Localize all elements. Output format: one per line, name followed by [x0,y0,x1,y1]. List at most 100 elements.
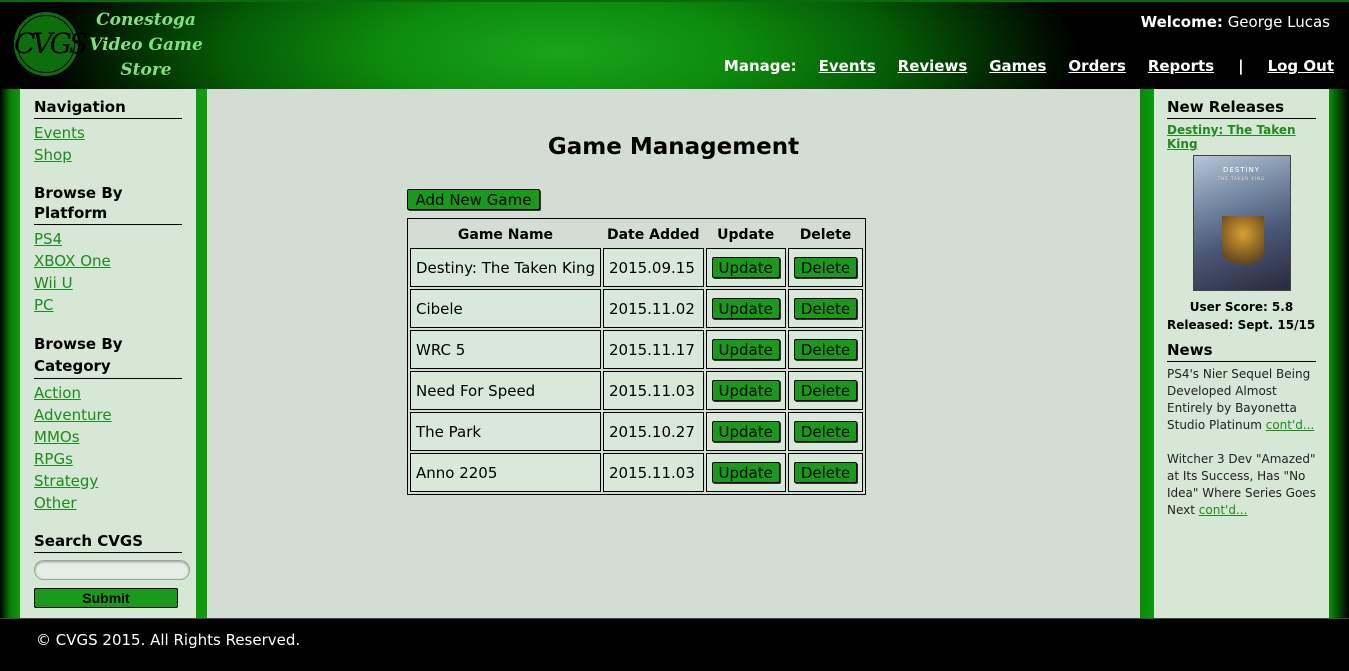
game-name-cell: Anno 2205 [410,453,601,492]
update-cell: Update [705,412,786,451]
column-header-update: Update [717,227,775,243]
news-heading: News [1167,340,1316,362]
nav-orders-link[interactable]: Orders [1068,57,1125,75]
featured-game-link[interactable]: Destiny: The Taken King [1167,123,1316,151]
news-contd-link[interactable]: cont'd... [1266,418,1315,432]
site-footer: © CVGS 2015. All Rights Reserved. [0,618,1349,671]
platform-section: Browse By Platform PS4 XBOX One Wii U PC [34,183,182,316]
date-added-cell: 2015.10.27 [602,412,704,451]
table-row: Need For Speed 2015.11.03 Update Delete [410,371,864,410]
logout-link[interactable]: Log Out [1268,57,1334,75]
game-name-cell: WRC 5 [410,330,601,369]
delete-cell: Delete [787,371,864,410]
update-cell: Update [705,371,786,410]
brand-line: Video Game [89,35,203,55]
news-item: Witcher 3 Dev "Amazed" at Its Success, H… [1167,451,1316,519]
left-sidebar: Navigation Events Shop Browse By Platfor… [20,89,196,618]
column-header-date-added: Date Added [606,227,700,243]
date-added-cell: 2015.11.03 [602,371,704,410]
nav-games-link[interactable]: Games [989,57,1046,75]
navigation-heading: Navigation [34,97,182,119]
games-table: Game Name Date Added Update Delete Desti… [407,218,867,495]
sidebar-link-other[interactable]: Other [34,492,182,514]
cvgs-logo[interactable]: CVGS [12,10,88,78]
sidebar-link-wii-u[interactable]: Wii U [34,272,182,294]
table-row: Destiny: The Taken King 2015.09.15 Updat… [410,248,864,287]
nav-reviews-link[interactable]: Reviews [898,57,968,75]
main-content: Game Management Add New Game Game Name D… [207,89,1140,618]
delete-cell: Delete [787,453,864,492]
table-row: The Park 2015.10.27 Update Delete [410,412,864,451]
delete-button[interactable]: Delete [793,339,858,360]
delete-button[interactable]: Delete [793,257,858,278]
manage-label: Manage: [723,57,797,75]
table-row: Cibele 2015.11.02 Update Delete [410,289,864,328]
sidebar-link-action[interactable]: Action [34,382,182,404]
search-input[interactable] [34,560,190,580]
sidebar-link-shop[interactable]: Shop [34,144,182,166]
top-navigation: Manage: Events Reviews Games Orders Repo… [724,57,1334,75]
category-heading: Browse By Category [34,333,182,379]
sidebar-link-events[interactable]: Events [34,122,182,144]
table-header-row: Game Name Date Added Update Delete [410,221,863,246]
update-cell: Update [705,453,786,492]
sidebar-link-mmos[interactable]: MMOs [34,426,182,448]
table-row: WRC 5 2015.11.17 Update Delete [410,330,864,369]
game-name-cell: Destiny: The Taken King [410,248,601,287]
delete-button[interactable]: Delete [793,380,858,401]
sidebar-link-xbox-one[interactable]: XBOX One [34,250,182,272]
welcome-user: George Lucas [1227,13,1330,31]
user-score: User Score: 5.8 [1189,300,1294,314]
update-button[interactable]: Update [711,257,780,278]
sidebar-link-strategy[interactable]: Strategy [34,470,182,492]
game-cover-image[interactable]: DESTINY THE TAKEN KING [1192,155,1291,291]
new-releases-heading: New Releases [1167,97,1316,119]
navigation-section: Navigation Events Shop [34,97,182,166]
copyright-text: © CVGS 2015. All Rights Reserved. [36,631,301,649]
nav-reports-link[interactable]: Reports [1148,57,1214,75]
brand-name: Conestoga Video Game Store [86,8,206,83]
delete-cell: Delete [787,289,864,328]
platform-heading: Browse By Platform [34,183,182,225]
delete-button[interactable]: Delete [793,298,858,319]
search-submit-button[interactable]: Submit [34,588,178,608]
right-sidebar: New Releases Destiny: The Taken King DES… [1154,89,1329,618]
game-name-cell: Cibele [410,289,601,328]
welcome-label: Welcome: [1140,13,1223,31]
news-contd-link[interactable]: cont'd... [1199,503,1248,517]
add-new-game-button[interactable]: Add New Game [407,189,540,210]
sidebar-link-adventure[interactable]: Adventure [34,404,182,426]
column-header-delete: Delete [799,227,852,243]
delete-cell: Delete [787,330,864,369]
column-header-game-name: Game Name [457,227,554,243]
cover-subtitle: THE TAKEN KING [1217,176,1266,181]
search-section: Search CVGS Submit [34,531,190,608]
update-cell: Update [705,248,786,287]
date-added-cell: 2015.09.15 [602,248,704,287]
update-button[interactable]: Update [711,298,780,319]
update-button[interactable]: Update [711,462,780,483]
nav-events-link[interactable]: Events [819,57,876,75]
release-date: Released: Sept. 15/15 [1167,318,1316,332]
update-button[interactable]: Update [711,339,780,360]
page-title: Game Management [547,134,800,160]
delete-button[interactable]: Delete [793,462,858,483]
news-item: PS4's Nier Sequel Being Developed Almost… [1167,366,1316,434]
table-row: Anno 2205 2015.11.03 Update Delete [410,453,864,492]
update-button[interactable]: Update [711,421,780,442]
date-added-cell: 2015.11.17 [602,330,704,369]
sidebar-link-ps4[interactable]: PS4 [34,228,182,250]
category-section: Browse By Category Action Adventure MMOs… [34,333,182,514]
sidebar-link-pc[interactable]: PC [34,294,182,316]
site-header: CVGS Conestoga Video Game Store Welcome:… [0,0,1349,89]
delete-cell: Delete [787,248,864,287]
logo-ring [17,15,75,73]
sidebar-link-rpgs[interactable]: RPGs [34,448,182,470]
update-button[interactable]: Update [711,380,780,401]
game-name-cell: Need For Speed [410,371,601,410]
brand-line: Store [120,60,172,80]
update-cell: Update [705,330,786,369]
delete-button[interactable]: Delete [793,421,858,442]
date-added-cell: 2015.11.03 [602,453,704,492]
brand-line: Conestoga [96,10,196,30]
